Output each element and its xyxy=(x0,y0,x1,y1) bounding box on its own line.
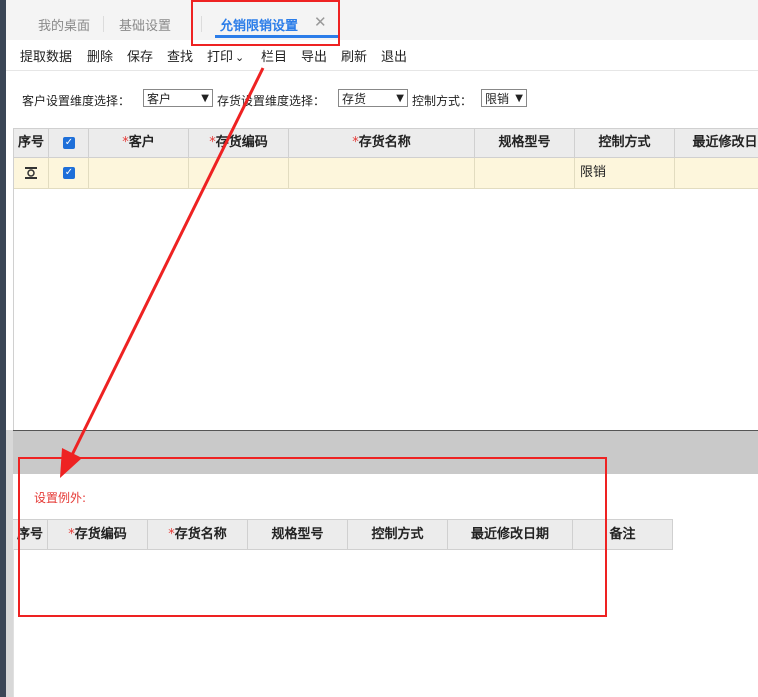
annotation-arrow xyxy=(60,67,265,478)
